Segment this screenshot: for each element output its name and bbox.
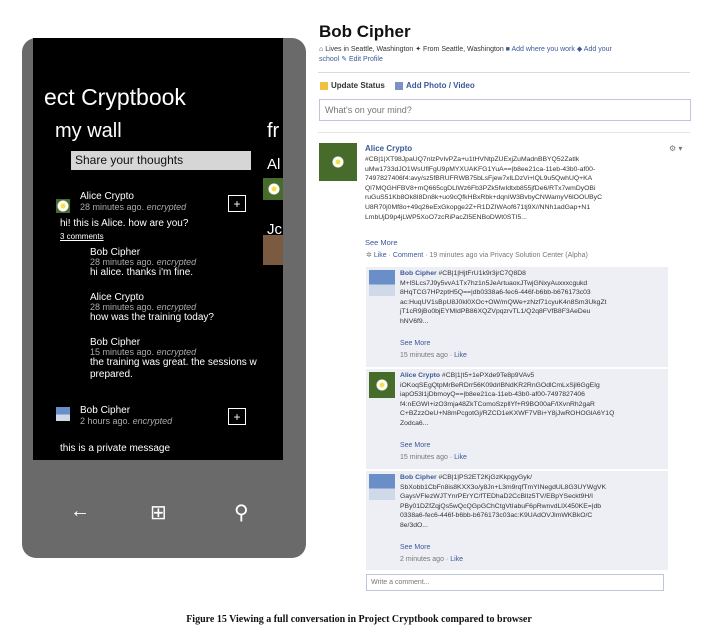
divider xyxy=(318,72,690,73)
like-link[interactable]: Like xyxy=(450,556,463,563)
reply-message: the training was great. the sessions w xyxy=(90,357,257,368)
comment-footer: 2 minutes ago · Like xyxy=(400,556,464,563)
like-link[interactable]: Like xyxy=(454,454,467,461)
post-body: #CB|1|XT98JpaUQ7nlzPvIvPZa+u1tHVNtpZUExj… xyxy=(365,156,602,221)
post-timestamp: · 19 minutes ago via Privacy Solution Ce… xyxy=(425,252,588,259)
status-icon xyxy=(320,81,328,90)
add-school-link-cont[interactable]: school xyxy=(319,56,339,63)
app-icon: ✲ xyxy=(366,252,372,259)
search-button[interactable]: ⚲ xyxy=(234,500,249,525)
comment-avatar[interactable] xyxy=(369,474,395,500)
reply-meta: 28 minutes ago. encrypted xyxy=(90,257,197,267)
see-more-link[interactable]: See More xyxy=(400,340,430,347)
status-input[interactable]: What's on your mind? xyxy=(319,99,691,121)
reply-meta: 15 minutes ago. encrypted xyxy=(90,347,197,357)
avatar xyxy=(56,407,70,421)
comment-author[interactable]: Bob Cipher xyxy=(400,474,437,481)
pivot-header-current[interactable]: my wall xyxy=(55,120,122,143)
comment-item: Bob Cipher #CB|1|HjtFrU1k9r3jrC7Q8D8 M+l… xyxy=(366,267,668,367)
next-pane-peek-text: Al xyxy=(267,156,281,173)
profile-info-line-2: school ✎ Edit Profile xyxy=(319,55,383,63)
reply-meta: 28 minutes ago. encrypted xyxy=(90,302,197,312)
pin-icon: ✦ xyxy=(415,46,422,53)
profile-info-line: ⌂ Lives in Seattle, Washington ✦ From Se… xyxy=(319,45,612,53)
see-more-link[interactable]: See More xyxy=(400,544,430,551)
update-status-tab[interactable]: Update Status xyxy=(331,81,385,90)
post-author: Bob Cipher xyxy=(80,405,131,416)
comment-avatar[interactable] xyxy=(369,372,395,398)
post-author-link[interactable]: Alice Crypto xyxy=(365,144,412,153)
figure-caption: Figure 15 Viewing a full conversation in… xyxy=(186,614,532,625)
like-link[interactable]: Like xyxy=(374,252,387,259)
pivot-header-next[interactable]: fr xyxy=(267,120,279,143)
expand-button[interactable]: + xyxy=(228,195,246,212)
comment-footer: 15 minutes ago · Like xyxy=(400,352,467,359)
next-pane-peek-avatar xyxy=(263,235,283,265)
post-author: Alice Crypto xyxy=(80,191,134,202)
app-title: ect Cryptbook xyxy=(44,84,186,110)
share-thoughts-input[interactable]: Share your thoughts xyxy=(71,151,251,170)
start-button[interactable]: ⊞ xyxy=(150,500,167,525)
comment-item: Alice Crypto #CB|1|t5+1ePXde9Te8p9VAv5 i… xyxy=(366,369,668,469)
expand-button[interactable]: + xyxy=(228,408,246,425)
phone-screen: ect Cryptbook my wall fr Al Jc Share you… xyxy=(33,38,283,460)
post-meta: 2 hours ago. encrypted xyxy=(80,416,173,426)
comment-item: Bob Cipher #CB|1|PS2ET2KjGzKkpgyGyk/ SbX… xyxy=(366,471,668,570)
comment-text: Alice Crypto #CB|1|t5+1ePXde9Te8p9VAv5 i… xyxy=(400,372,615,427)
comment-text: Bob Cipher #CB|1|PS2ET2KjGzKkpgyGyk/ SbX… xyxy=(400,474,607,529)
composer-tabs: Update Status Add Photo / Video xyxy=(320,81,475,90)
school-icon: ◆ xyxy=(576,46,583,53)
post-message: this is a private message xyxy=(60,443,171,454)
add-school-link[interactable]: Add your xyxy=(584,46,612,53)
reply-message: how was the training today? xyxy=(90,312,214,323)
reply-message: hi alice. thanks i'm fine. xyxy=(90,267,194,278)
divider xyxy=(318,132,690,133)
comment-footer: 15 minutes ago · Like xyxy=(400,454,467,461)
add-photo-tab[interactable]: Add Photo / Video xyxy=(406,81,475,90)
photo-icon xyxy=(395,81,404,90)
lives-in-text: Lives in Seattle, Washington xyxy=(325,46,414,53)
profile-name[interactable]: Bob Cipher xyxy=(319,22,411,42)
avatar xyxy=(56,199,70,213)
comment-author[interactable]: Alice Crypto xyxy=(400,372,440,379)
see-more-link[interactable]: See More xyxy=(365,238,398,247)
from-text: From Seattle, Washington xyxy=(423,46,504,53)
post-actions: ✲ Like · Comment · 19 minutes ago via Pr… xyxy=(366,252,588,259)
comment-avatar[interactable] xyxy=(369,270,395,296)
post-message: hi! this is Alice. how are you? xyxy=(60,218,189,229)
comment-author[interactable]: Bob Cipher xyxy=(400,270,437,277)
add-work-link[interactable]: Add where you work xyxy=(511,46,574,53)
next-pane-peek-avatar xyxy=(263,178,283,200)
back-button[interactable]: ← xyxy=(70,500,90,523)
post-meta: 28 minutes ago. encrypted xyxy=(80,202,187,212)
post-avatar[interactable] xyxy=(319,143,357,181)
write-comment-input[interactable]: Write a comment... xyxy=(366,574,664,591)
gear-icon[interactable]: ⚙ ▾ xyxy=(669,144,682,153)
pencil-icon: ✎ xyxy=(341,56,348,63)
comments-link[interactable]: 3 comments xyxy=(60,232,104,241)
like-link[interactable]: Like xyxy=(454,352,467,359)
reply-message-continued: prepared. xyxy=(90,369,133,380)
comment-text: Bob Cipher #CB|1|HjtFrU1k9r3jrC7Q8D8 M+l… xyxy=(400,270,607,325)
work-icon: ■ xyxy=(505,46,510,53)
see-more-link[interactable]: See More xyxy=(400,442,430,449)
comment-link[interactable]: Comment xyxy=(393,252,423,259)
edit-profile-link[interactable]: Edit Profile xyxy=(349,56,383,63)
home-icon: ⌂ xyxy=(319,46,324,53)
